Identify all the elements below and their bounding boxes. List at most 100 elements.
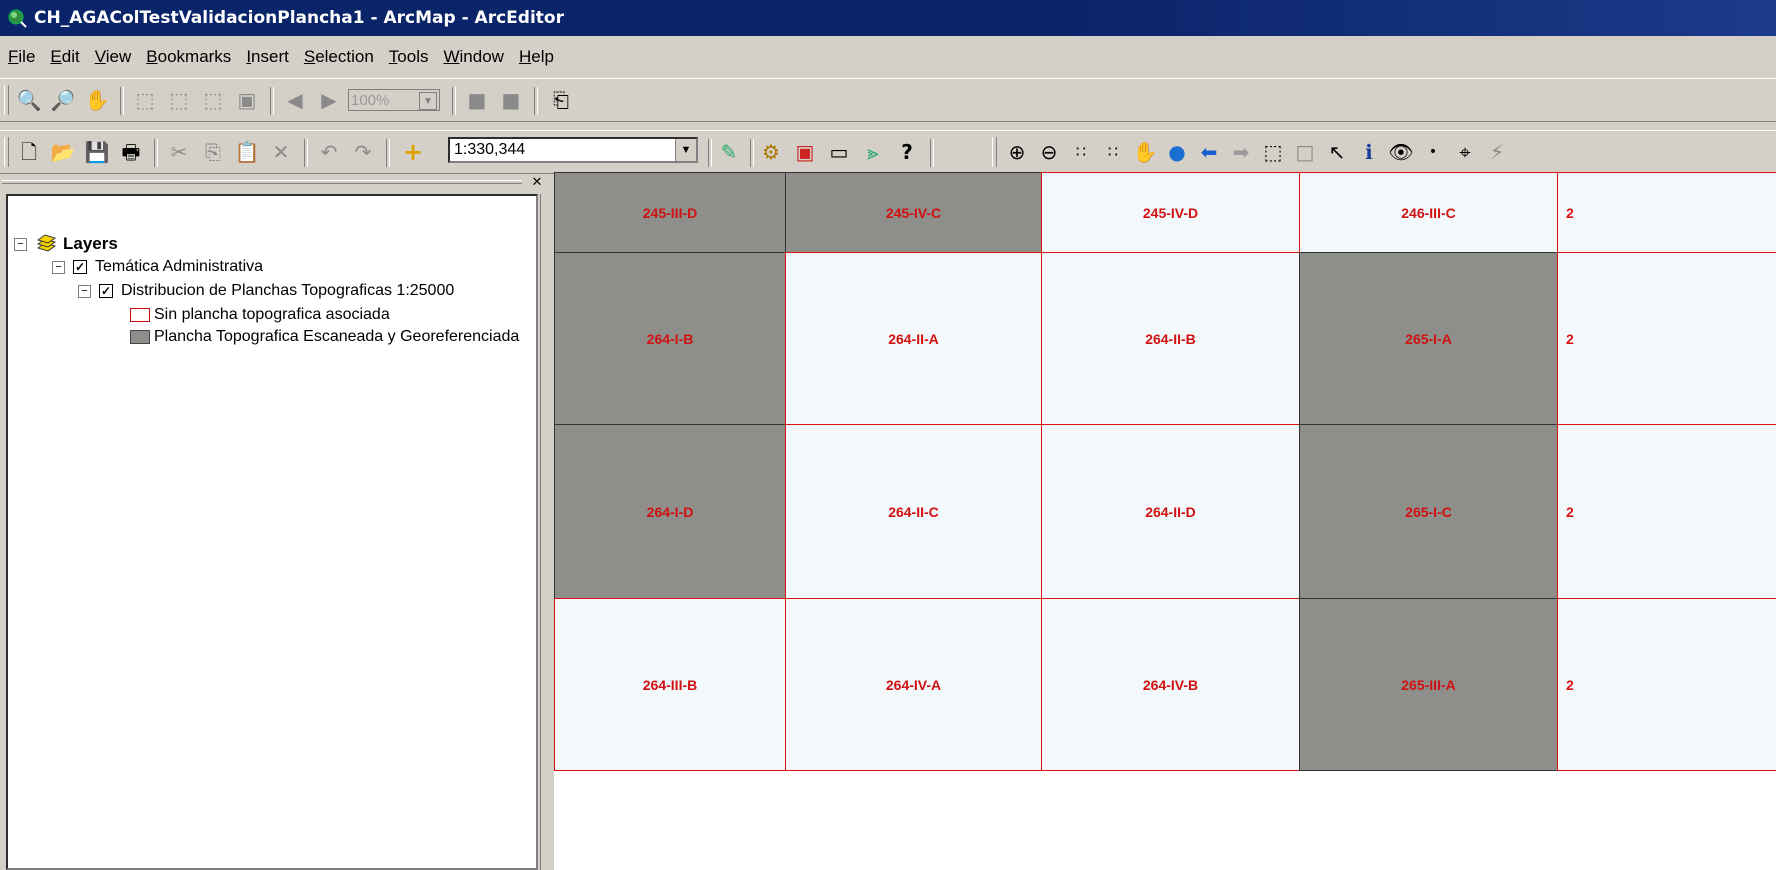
menu-insert[interactable]: Insert — [238, 47, 296, 67]
map-sheet-cell[interactable]: 2 — [1557, 424, 1776, 599]
focus-data-frame-icon[interactable]: ■ — [496, 85, 526, 115]
clear-selection-icon[interactable]: □ — [1290, 137, 1320, 167]
map-display[interactable]: 245-III-D 245-IV-C 245-IV-D 246-III-C 2 264-I… — [554, 172, 1776, 870]
map-sheet-cell[interactable]: 264-II-C — [785, 424, 1042, 599]
redo-icon[interactable]: ↷ — [348, 137, 378, 167]
layout-pan-icon[interactable]: ✋ — [82, 85, 112, 115]
map-sheet-cell[interactable]: 245-IV-D — [1041, 172, 1300, 253]
menu-view[interactable]: View — [87, 47, 139, 67]
dropdown-arrow-icon[interactable]: ▼ — [419, 92, 437, 110]
menu-window[interactable]: Window — [435, 47, 510, 67]
delete-icon[interactable]: ✕ — [266, 137, 296, 167]
menu-help[interactable]: Help — [511, 47, 561, 67]
map-sheet-cell[interactable]: 265-I-A — [1299, 252, 1558, 425]
undo-icon[interactable]: ↶ — [314, 137, 344, 167]
map-sheet-cell[interactable]: 2 — [1557, 252, 1776, 425]
find-binoculars-icon[interactable]: 👁 — [1386, 137, 1416, 167]
legend-item[interactable]: Sin plancha topografica asociada — [130, 306, 390, 324]
toolbar-grip[interactable] — [4, 137, 9, 167]
go-to-xy-icon[interactable]: • — [1418, 137, 1448, 167]
map-scale-input[interactable]: 1:330,344 ▼ — [448, 137, 698, 163]
menu-edit[interactable]: Edit — [42, 47, 86, 67]
toolbar-grip[interactable] — [4, 85, 9, 115]
print-icon[interactable]: 🖶 — [116, 137, 146, 167]
map-sheet-cell[interactable]: 264-I-B — [554, 252, 786, 425]
map-sheet-cell[interactable]: 264-II-A — [785, 252, 1042, 425]
layout-zoom-out-icon[interactable]: 🔎 — [48, 85, 78, 115]
collapse-icon[interactable]: − — [78, 284, 91, 298]
paste-icon[interactable]: 📋 — [232, 137, 262, 167]
open-folder-icon[interactable]: 📂 — [48, 137, 78, 167]
hyperlink-lightning-icon[interactable]: ⚡ — [1482, 137, 1512, 167]
toggle-draft-mode-icon[interactable]: ■ — [462, 85, 492, 115]
toc-drag-bar[interactable] — [2, 180, 522, 184]
map-sheet-cell[interactable]: 246-III-C — [1299, 172, 1558, 253]
forward-arrow-icon[interactable]: ➡ — [1226, 137, 1256, 167]
toc-splitter[interactable] — [540, 194, 551, 870]
layout-zoom-select[interactable]: 100% ▼ — [348, 89, 440, 111]
menu-bar: File Edit View Bookmarks Insert Selectio… — [0, 38, 1776, 76]
arctoolbox-icon[interactable]: ▣ — [790, 137, 820, 167]
arccatalog-icon[interactable]: ⚙ — [756, 137, 786, 167]
save-icon[interactable]: 💾 — [82, 137, 112, 167]
visibility-checkbox[interactable]: ✓ — [99, 284, 113, 298]
copy-icon[interactable]: ⎘ — [198, 137, 228, 167]
legend-item[interactable]: Plancha Topografica Escaneada y Georefer… — [130, 328, 519, 346]
menu-file[interactable]: File — [0, 47, 42, 67]
zoom-100-icon[interactable]: ▣ — [232, 85, 262, 115]
collapse-icon[interactable]: − — [14, 237, 27, 251]
full-extent-globe-icon[interactable]: ● — [1162, 137, 1192, 167]
visibility-checkbox[interactable]: ✓ — [73, 260, 87, 274]
map-sheet-cell[interactable]: 264-II-D — [1041, 424, 1300, 599]
map-sheet-cell[interactable]: 264-IV-A — [785, 598, 1042, 771]
add-data-icon[interactable]: + — [398, 137, 428, 167]
editor-toolbar-icon[interactable]: ✎ — [714, 137, 744, 167]
zoom-fixed-in-icon[interactable]: ⬚ — [164, 85, 194, 115]
legend-symbol-swatch[interactable] — [130, 330, 150, 344]
zoom-whole-page-icon[interactable]: ⬚ — [130, 85, 160, 115]
identify-info-icon[interactable]: ℹ — [1354, 137, 1384, 167]
dropdown-arrow-icon[interactable]: ▼ — [675, 139, 696, 161]
collapse-icon[interactable]: − — [52, 260, 65, 274]
map-sheet-cell[interactable]: 265-I-C — [1299, 424, 1558, 599]
toc-group-row[interactable]: − ✓ Temática Administrativa — [52, 258, 263, 276]
map-sheet-cell[interactable]: 2 — [1557, 598, 1776, 771]
zoom-out-icon[interactable]: ⊖ — [1034, 137, 1064, 167]
menu-selection[interactable]: Selection — [296, 47, 381, 67]
layout-zoom-in-icon[interactable]: 🔍 — [14, 85, 44, 115]
command-line-icon[interactable]: ▭ — [824, 137, 854, 167]
map-sheet-cell[interactable]: 265-III-A — [1299, 598, 1558, 771]
map-sheet-label: 264-II-D — [1145, 503, 1196, 520]
toc-root-row[interactable]: − Layers — [14, 234, 118, 254]
menu-bookmarks[interactable]: Bookmarks — [138, 47, 238, 67]
cut-icon[interactable]: ✂ — [164, 137, 194, 167]
map-sheet-cell[interactable]: 264-II-B — [1041, 252, 1300, 425]
new-document-icon[interactable]: 🗋 — [14, 137, 44, 167]
forward-extent-icon[interactable]: ▶ — [314, 85, 344, 115]
change-layout-icon[interactable]: ⎗ — [546, 85, 576, 115]
zoom-in-icon[interactable]: ⊕ — [1002, 137, 1032, 167]
zoom-fixed-out-icon[interactable]: ⬚ — [198, 85, 228, 115]
whats-this-icon[interactable]: ? — [892, 137, 922, 167]
measure-icon[interactable]: ⌖ — [1450, 137, 1480, 167]
select-elements-arrow-icon[interactable]: ↖ — [1322, 137, 1352, 167]
modelbuilder-icon[interactable]: ⪢ — [858, 137, 888, 167]
menu-tools[interactable]: Tools — [381, 47, 436, 67]
window-title: CH_AGAColTestValidacionPlancha1 - ArcMap… — [34, 8, 564, 28]
toolbar-grip[interactable] — [992, 137, 997, 167]
legend-symbol-swatch[interactable] — [130, 308, 150, 322]
back-arrow-icon[interactable]: ⬅ — [1194, 137, 1224, 167]
back-extent-icon[interactable]: ◀ — [280, 85, 310, 115]
map-sheet-cell[interactable]: 264-IV-B — [1041, 598, 1300, 771]
pan-hand-icon[interactable]: ✋ — [1130, 137, 1160, 167]
fixed-zoom-in-icon[interactable]: ∷ — [1066, 137, 1096, 167]
toc-layer-row[interactable]: − ✓ Distribucion de Planchas Topografica… — [78, 282, 454, 300]
map-sheet-cell[interactable]: 264-I-D — [554, 424, 786, 599]
select-features-icon[interactable]: ⬚ — [1258, 137, 1288, 167]
map-sheet-cell[interactable]: 2 — [1557, 172, 1776, 253]
close-icon[interactable]: ✕ — [530, 176, 544, 190]
map-sheet-cell[interactable]: 245-IV-C — [785, 172, 1042, 253]
map-sheet-cell[interactable]: 245-III-D — [554, 172, 786, 253]
fixed-zoom-out-icon[interactable]: ∷ — [1098, 137, 1128, 167]
map-sheet-cell[interactable]: 264-III-B — [554, 598, 786, 771]
